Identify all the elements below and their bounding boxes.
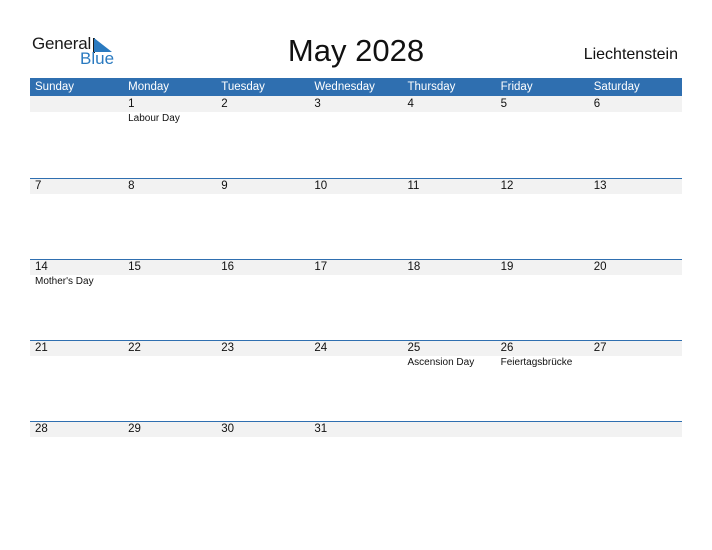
day-cell: 15 bbox=[123, 259, 216, 289]
day-cell: 25 Ascension Day bbox=[403, 340, 496, 370]
day-cell: 5 bbox=[496, 96, 589, 126]
day-number: 8 bbox=[128, 180, 135, 192]
weekday-thursday: Thursday bbox=[407, 81, 456, 93]
week-row: 14 Mother's Day 15 16 17 18 19 20 bbox=[30, 259, 682, 340]
day-cell: 17 bbox=[309, 259, 402, 289]
weeks-container: 1 Labour Day 2 3 4 5 6 7 8 9 10 11 12 13 14 Mother's Da… bbox=[30, 96, 682, 502]
day-cell: 8 bbox=[123, 178, 216, 194]
day-cell: 23 bbox=[216, 340, 309, 370]
day-cell bbox=[589, 421, 682, 437]
day-number: 19 bbox=[500, 261, 514, 273]
day-number bbox=[594, 421, 682, 437]
day-number: 9 bbox=[221, 180, 228, 192]
weekday-header: Sunday Monday Tuesday Wednesday Thursday… bbox=[30, 78, 682, 96]
day-cell bbox=[403, 421, 496, 437]
week-row: 1 Labour Day 2 3 4 5 6 bbox=[30, 96, 682, 178]
day-cell: 10 bbox=[309, 178, 402, 194]
week-cells: 1 Labour Day 2 3 4 5 6 bbox=[30, 96, 682, 126]
weekday-tuesday: Tuesday bbox=[221, 81, 265, 93]
day-cell: 21 bbox=[30, 340, 123, 370]
day-number: 14 bbox=[35, 261, 48, 273]
day-cell: 9 bbox=[216, 178, 309, 194]
day-number: 22 bbox=[128, 342, 141, 354]
day-cell: 29 bbox=[123, 421, 216, 437]
week-cells: 21 22 23 24 25 Ascension Day 26 Feiertagsbrücke… bbox=[30, 340, 682, 370]
day-number: 21 bbox=[35, 342, 48, 354]
day-cell: 20 bbox=[589, 259, 682, 289]
day-number bbox=[408, 421, 496, 437]
day-cell: 18 bbox=[403, 259, 496, 289]
day-cell: 14 Mother's Day bbox=[30, 259, 123, 289]
week-row: 28 29 30 31 bbox=[30, 421, 682, 502]
day-cell: 2 bbox=[216, 96, 309, 126]
calendar-grid: Sunday Monday Tuesday Wednesday Thursday… bbox=[30, 78, 682, 502]
week-row: 21 22 23 24 25 Ascension Day 26 Feiertagsbrücke… bbox=[30, 340, 682, 421]
day-cell: 26 Feiertagsbrücke bbox=[496, 340, 589, 370]
day-cell: 24 bbox=[309, 340, 402, 370]
day-number: 11 bbox=[407, 180, 420, 192]
week-cells: 28 29 30 31 bbox=[30, 421, 682, 437]
day-number: 10 bbox=[314, 180, 328, 192]
day-number: 28 bbox=[35, 423, 48, 435]
day-number: 15 bbox=[128, 261, 141, 273]
week-cells: 14 Mother's Day 15 16 17 18 19 20 bbox=[30, 259, 682, 289]
day-cell: 27 bbox=[589, 340, 682, 370]
day-number: 29 bbox=[128, 423, 141, 435]
day-number: 30 bbox=[221, 423, 235, 435]
holiday-label: Feiertagsbrücke bbox=[500, 357, 573, 368]
day-cell: 3 bbox=[309, 96, 402, 126]
country-label: Liechtenstein bbox=[583, 46, 678, 63]
day-number: 2 bbox=[221, 98, 228, 110]
day-number: 24 bbox=[314, 342, 328, 354]
week-cells: 7 8 9 10 11 12 13 bbox=[30, 178, 682, 194]
day-number bbox=[35, 96, 123, 112]
weekday-monday: Monday bbox=[128, 81, 170, 93]
day-cell: 19 bbox=[496, 259, 589, 289]
day-number: 6 bbox=[593, 98, 601, 110]
day-cell: 12 bbox=[496, 178, 589, 194]
day-cell bbox=[30, 96, 123, 126]
day-cell: 31 bbox=[309, 421, 402, 437]
weekday-friday: Friday bbox=[500, 81, 533, 93]
weekday-wednesday: Wednesday bbox=[314, 81, 375, 93]
weekday-saturday: Saturday bbox=[593, 81, 640, 93]
day-number: 12 bbox=[500, 180, 514, 192]
day-cell: 22 bbox=[123, 340, 216, 370]
day-cell: 6 bbox=[589, 96, 682, 126]
day-number: 17 bbox=[314, 261, 328, 273]
day-number: 1 bbox=[128, 98, 135, 110]
day-cell: 16 bbox=[216, 259, 309, 289]
day-number: 4 bbox=[407, 98, 414, 110]
week-row: 7 8 9 10 11 12 13 bbox=[30, 178, 682, 259]
day-number: 13 bbox=[593, 180, 607, 192]
weekday-sunday: Sunday bbox=[35, 81, 75, 93]
day-number: 23 bbox=[221, 342, 235, 354]
holiday-label: Ascension Day bbox=[407, 357, 475, 368]
day-number: 25 bbox=[407, 342, 421, 354]
day-cell: 13 bbox=[589, 178, 682, 194]
day-number: 16 bbox=[221, 261, 235, 273]
day-cell: 11 bbox=[403, 178, 496, 194]
day-number bbox=[501, 421, 589, 437]
day-cell: 30 bbox=[216, 421, 309, 437]
day-number: 26 bbox=[500, 342, 514, 354]
day-number: 18 bbox=[407, 261, 421, 273]
holiday-label: Mother's Day bbox=[35, 276, 94, 287]
day-cell: 4 bbox=[403, 96, 496, 126]
day-number: 7 bbox=[35, 180, 42, 192]
day-cell: 28 bbox=[30, 421, 123, 437]
day-number: 5 bbox=[500, 98, 508, 110]
holiday-label: Labour Day bbox=[128, 113, 180, 124]
day-number: 31 bbox=[314, 423, 328, 435]
day-cell: 1 Labour Day bbox=[123, 96, 216, 126]
day-cell bbox=[496, 421, 589, 437]
day-number: 27 bbox=[593, 342, 607, 354]
day-cell: 7 bbox=[30, 178, 123, 194]
day-number: 3 bbox=[314, 98, 321, 110]
day-number: 20 bbox=[593, 261, 607, 273]
